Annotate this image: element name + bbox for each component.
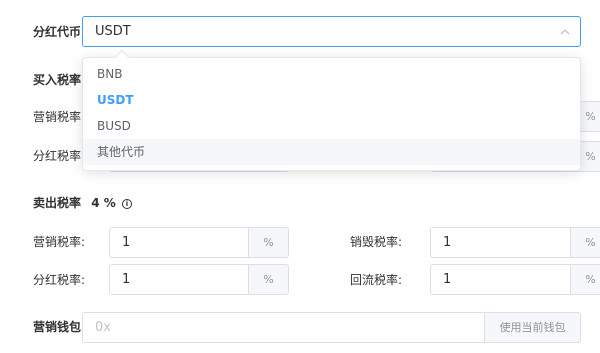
sell-marketing-tax-value: 1 [122, 235, 131, 250]
sell-reflow-tax-value: 1 [443, 272, 452, 287]
dividend-token-dropdown: BNB USDT BUSD 其他代币 [82, 49, 581, 171]
sell-dividend-tax-suffix: % [249, 264, 289, 295]
sell-marketing-tax-suffix: % [249, 227, 289, 258]
sell-tax-label: 卖出税率 4 % i [33, 195, 132, 211]
buy-marketing-tax-label: 营销税率: [33, 110, 86, 124]
sell-tax-label-text: 卖出税率 [33, 196, 82, 210]
option-usdt[interactable]: USDT [83, 87, 580, 113]
sell-marketing-tax-label: 营销税率: [33, 235, 86, 249]
sell-burn-tax-suffix: % [571, 227, 600, 258]
sell-dividend-tax-value: 1 [122, 272, 131, 287]
dividend-token-select[interactable]: USDT [82, 16, 581, 47]
marketing-wallet-placeholder: 0x [95, 320, 111, 335]
sell-dividend-tax-input[interactable]: 1 [109, 264, 249, 295]
use-current-wallet-button[interactable]: 使用当前钱包 [485, 312, 581, 343]
sell-tax-total: 4 % [91, 196, 116, 210]
info-icon[interactable]: i [121, 198, 132, 209]
sell-burn-tax-value: 1 [443, 235, 452, 250]
buy-tax-label: 买入税率 [33, 73, 82, 87]
dividend-token-label: 分红代币 [33, 25, 82, 39]
chevron-up-icon [560, 29, 570, 35]
option-busd[interactable]: BUSD [83, 113, 580, 139]
sell-marketing-tax-input[interactable]: 1 [109, 227, 249, 258]
sell-reflow-tax-input[interactable]: 1 [430, 264, 571, 295]
buy-dividend-tax-label: 分红税率: [33, 149, 86, 163]
sell-dividend-tax-label: 分红税率: [33, 273, 86, 287]
marketing-wallet-label: 营销钱包 [33, 320, 82, 334]
dividend-token-value: USDT [95, 24, 131, 39]
sell-reflow-tax-suffix: % [571, 264, 600, 295]
option-bnb[interactable]: BNB [83, 61, 580, 87]
sell-reflow-tax-label: 回流税率: [350, 273, 403, 287]
marketing-wallet-input[interactable]: 0x [82, 312, 485, 343]
sell-burn-tax-input[interactable]: 1 [430, 227, 571, 258]
option-other-token[interactable]: 其他代币 [83, 139, 580, 165]
sell-burn-tax-label: 销毁税率: [350, 235, 403, 249]
